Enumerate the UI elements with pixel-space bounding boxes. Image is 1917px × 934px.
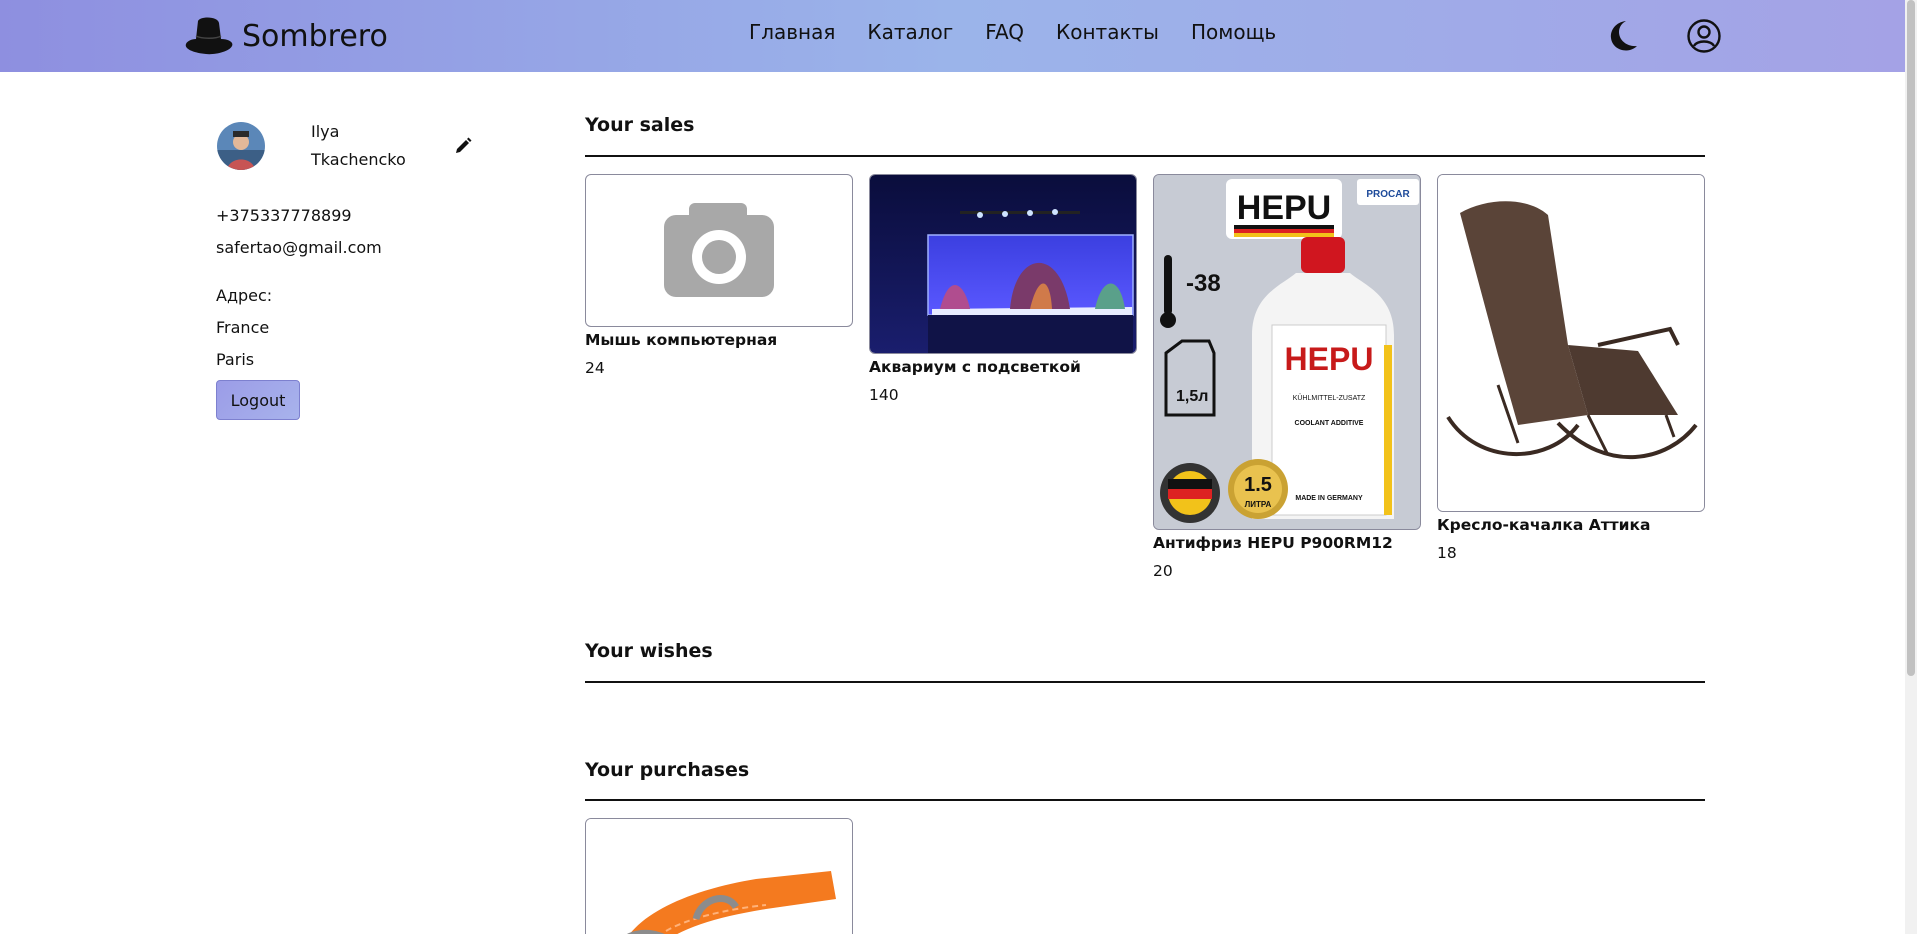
sale-card-3-title[interactable]: Антифриз HEPU P900RM12	[1153, 534, 1393, 552]
page-scrollbar[interactable]	[1905, 0, 1917, 934]
profile-first-name: Ilya	[311, 122, 340, 141]
theme-toggle-moon-icon[interactable]	[1604, 18, 1640, 54]
tow-strap-image	[586, 819, 852, 934]
wishes-divider	[585, 681, 1705, 683]
nav-catalog[interactable]: Каталог	[867, 20, 953, 44]
svg-text:KÜHLMITTEL-ZUSATZ: KÜHLMITTEL-ZUSATZ	[1293, 394, 1366, 402]
brand-name: Sombrero	[242, 18, 388, 54]
svg-text:MADE IN GERMANY: MADE IN GERMANY	[1295, 495, 1363, 502]
sale-card-4-image[interactable]	[1437, 174, 1705, 512]
sales-section-title: Your sales	[585, 114, 695, 136]
nav-contacts[interactable]: Контакты	[1056, 20, 1159, 44]
avatar-image	[217, 122, 265, 170]
svg-text:PROCAR: PROCAR	[1366, 189, 1410, 200]
svg-text:1,5л: 1,5л	[1176, 388, 1208, 405]
svg-text:1.5: 1.5	[1244, 474, 1272, 496]
purchases-section-title: Your purchases	[585, 759, 750, 781]
user-account-icon[interactable]	[1686, 18, 1722, 54]
avatar	[217, 122, 265, 170]
main-nav: Главная Каталог FAQ Контакты Помощь	[749, 20, 1276, 44]
sombrero-hat-icon	[185, 17, 233, 55]
sales-divider	[585, 155, 1705, 157]
camera-placeholder-icon	[664, 203, 774, 297]
purchases-divider	[585, 799, 1705, 801]
sale-card-2-image[interactable]	[869, 174, 1137, 354]
svg-text:COOLANT ADDITIVE: COOLANT ADDITIVE	[1295, 420, 1364, 427]
nav-help[interactable]: Помощь	[1191, 20, 1276, 44]
sale-card-3-price: 20	[1153, 562, 1173, 580]
profile-email: safertao@gmail.com	[216, 238, 382, 257]
sale-card-3-image[interactable]: HEPU PROCAR -38 1,5л HEPU KÜHLMITTEL-ZUS…	[1153, 174, 1421, 530]
aquarium-image	[870, 175, 1136, 353]
scrollbar-thumb[interactable]	[1907, 0, 1915, 676]
svg-text:-38: -38	[1186, 270, 1221, 297]
sale-card-1-image[interactable]	[585, 174, 853, 327]
logout-button[interactable]: Logout	[216, 380, 300, 420]
sale-card-1-price: 24	[585, 359, 605, 377]
sale-card-4-title[interactable]: Кресло-качалка Аттика	[1437, 516, 1651, 534]
antifreeze-bottle-image: HEPU PROCAR -38 1,5л HEPU KÜHLMITTEL-ZUS…	[1154, 175, 1420, 529]
svg-text:HEPU: HEPU	[1237, 189, 1331, 227]
sale-card-1-title[interactable]: Мышь компьютерная	[585, 331, 777, 349]
nav-home[interactable]: Главная	[749, 20, 835, 44]
edit-pencil-icon[interactable]	[453, 136, 473, 156]
rocking-chair-image	[1438, 175, 1704, 511]
top-navbar: Sombrero Главная Каталог FAQ Контакты По…	[0, 0, 1905, 72]
nav-faq[interactable]: FAQ	[985, 20, 1024, 44]
profile-city: Paris	[216, 350, 255, 369]
profile-phone: +375337778899	[216, 206, 352, 225]
svg-text:HEPU: HEPU	[1285, 341, 1374, 377]
svg-text:ЛИТРА: ЛИТРА	[1245, 500, 1272, 509]
profile-country: France	[216, 318, 270, 337]
brand-logo[interactable]: Sombrero	[184, 16, 388, 56]
sale-card-2-title[interactable]: Аквариум с подсветкой	[869, 358, 1081, 376]
wishes-section-title: Your wishes	[585, 640, 713, 662]
sale-card-2-price: 140	[869, 386, 899, 404]
profile-last-name: Tkachencko	[311, 150, 406, 169]
address-label: Адрес:	[216, 286, 273, 305]
sale-card-4-price: 18	[1437, 544, 1457, 562]
purchase-card-1-image[interactable]	[585, 818, 853, 934]
